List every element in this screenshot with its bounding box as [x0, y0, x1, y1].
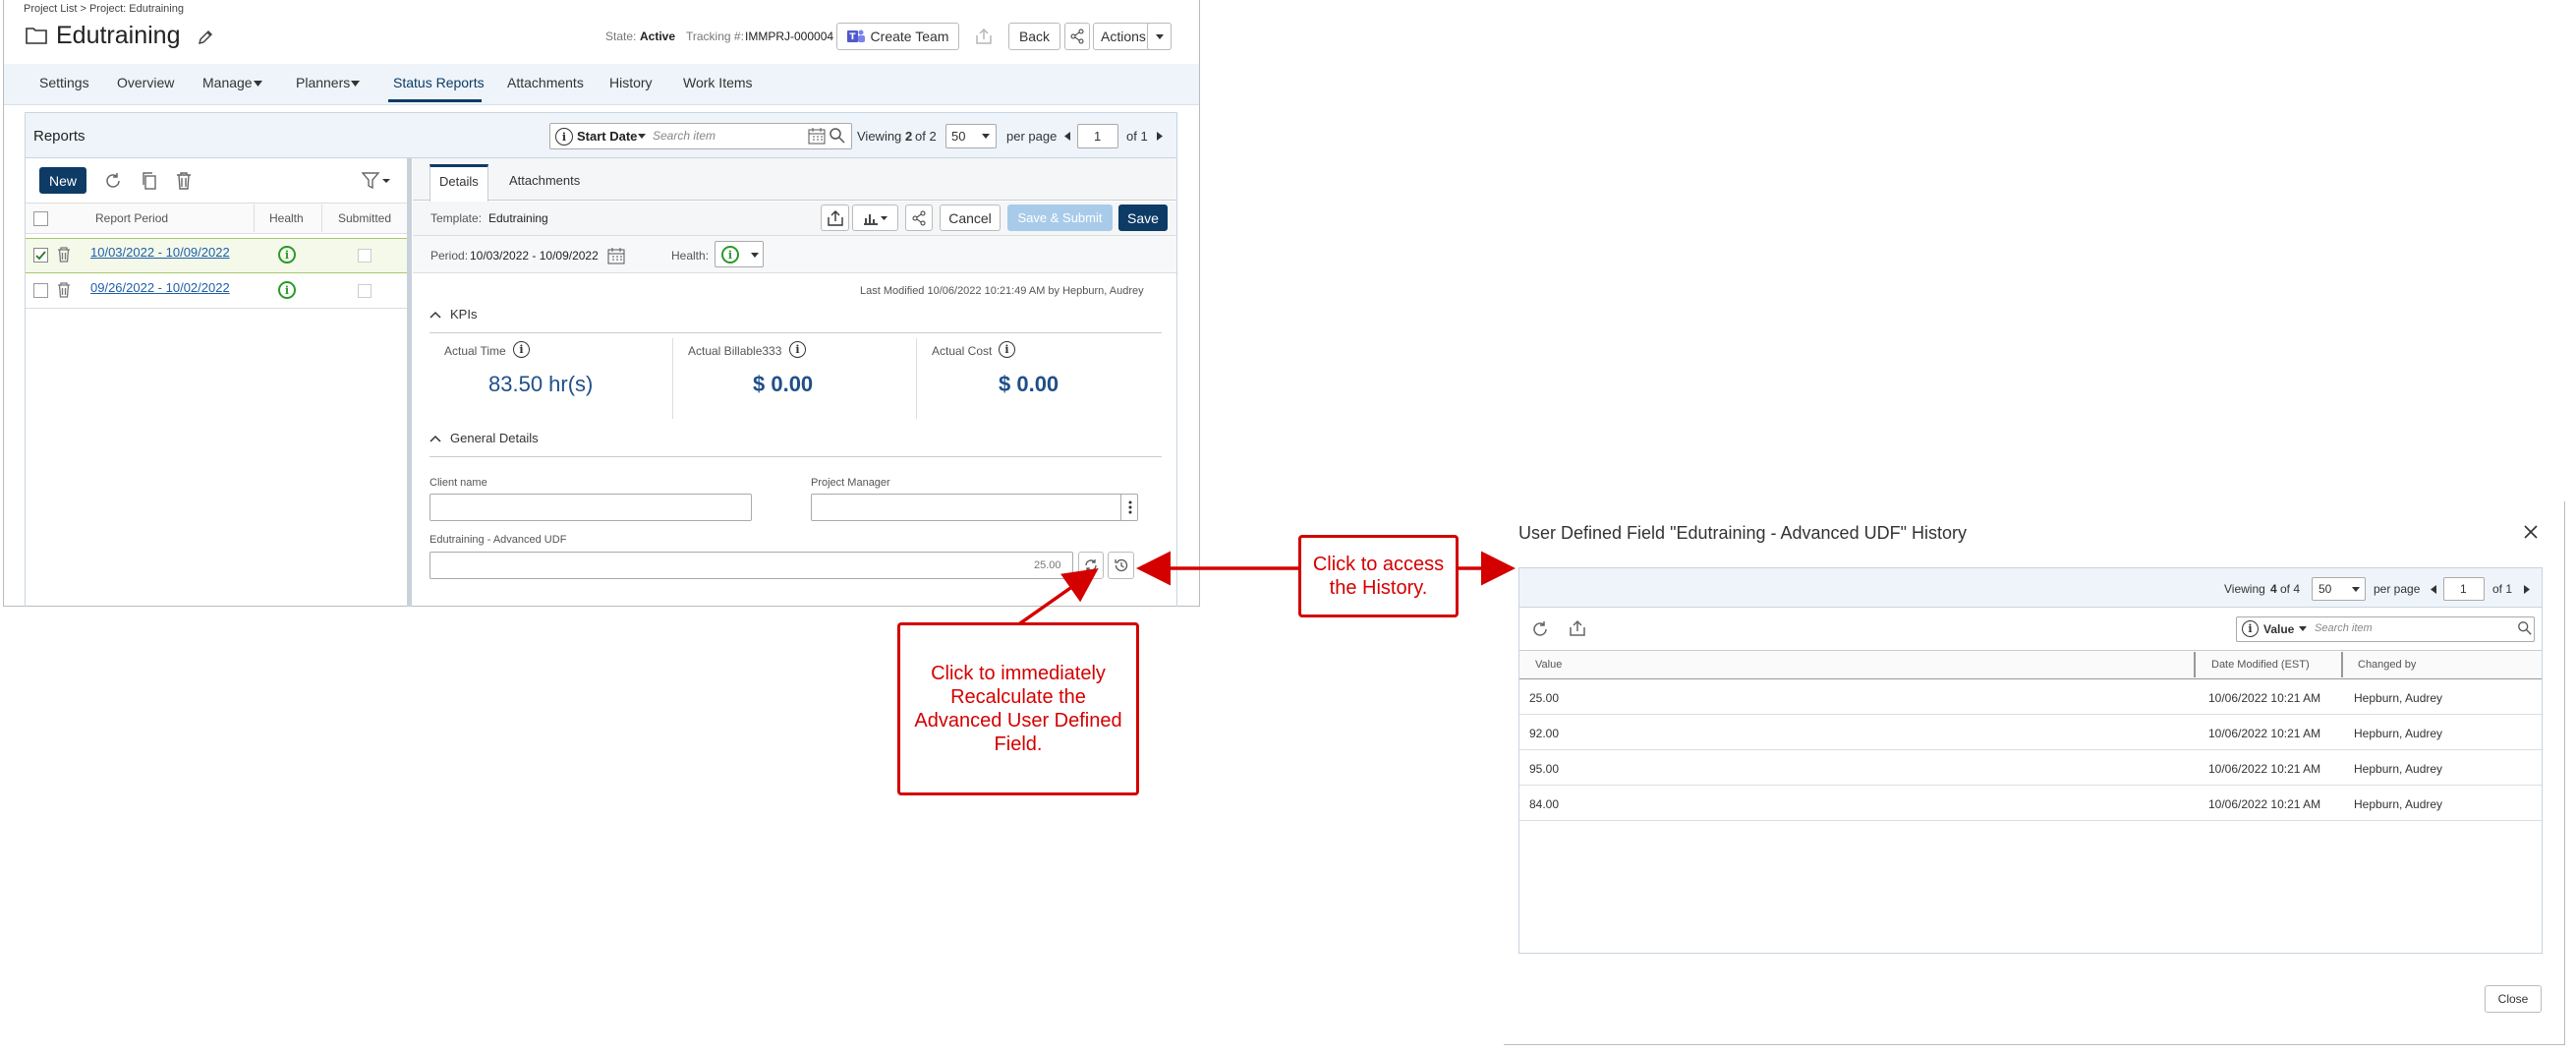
dialog-search-placeholder[interactable]: Search item: [2315, 622, 2373, 634]
col-changed-by[interactable]: Changed by: [2358, 659, 2416, 671]
cell-changed-by: Hepburn, Audrey: [2354, 797, 2443, 811]
cell-value: 92.00: [1529, 727, 1560, 740]
recalc-callout: Click to immediately Recalculate the Adv…: [897, 622, 1139, 795]
cell-changed-by: Hepburn, Audrey: [2354, 727, 2443, 740]
dialog-close-label: Close: [2497, 992, 2529, 1006]
dialog-title: User Defined Field "Edutraining - Advanc…: [1518, 523, 1967, 543]
dialog-viewing-count: 4: [2270, 582, 2277, 596]
col-date-modified[interactable]: Date Modified (EST): [2211, 659, 2310, 671]
dialog-next-page-icon[interactable]: [2524, 585, 2530, 594]
dialog-export-icon[interactable]: [1569, 619, 1586, 637]
col-divider: [2194, 652, 2196, 677]
cell-value: 84.00: [1529, 797, 1560, 811]
dialog-per-page-label: per page: [2374, 582, 2421, 596]
dialog-of-pages: of 1: [2492, 582, 2513, 596]
dialog-filter-field[interactable]: Value: [2263, 622, 2294, 636]
dialog-viewing-total: of 4: [2280, 582, 2301, 596]
dialog-page-value: 1: [2460, 582, 2467, 596]
close-icon[interactable]: [2523, 524, 2539, 540]
dialog-filter-caret-icon[interactable]: [2299, 626, 2307, 631]
dialog-viewing-label: Viewing: [2224, 582, 2265, 596]
cell-date: 10/06/2022 10:21 AM: [2208, 691, 2321, 705]
history-callout: Click to access the History.: [1298, 535, 1459, 617]
dialog-search-icon[interactable]: [2517, 620, 2533, 636]
cell-changed-by: Hepburn, Audrey: [2354, 762, 2443, 776]
col-value[interactable]: Value: [1535, 659, 1562, 671]
dialog-close-button[interactable]: Close: [2485, 985, 2542, 1013]
cell-date: 10/06/2022 10:21 AM: [2208, 797, 2321, 811]
cell-date: 10/06/2022 10:21 AM: [2208, 727, 2321, 740]
dialog-info-icon[interactable]: i: [2242, 620, 2259, 637]
dialog-page-size-caret-icon[interactable]: [2352, 587, 2360, 592]
dialog-prev-page-icon[interactable]: [2431, 585, 2436, 594]
cell-value: 95.00: [1529, 762, 1560, 776]
cell-value: 25.00: [1529, 691, 1560, 705]
cell-date: 10/06/2022 10:21 AM: [2208, 762, 2321, 776]
dialog-refresh-icon[interactable]: [1530, 619, 1550, 639]
col-divider: [2341, 652, 2343, 677]
dialog-page-size-value: 50: [2318, 582, 2332, 596]
cell-changed-by: Hepburn, Audrey: [2354, 691, 2443, 705]
